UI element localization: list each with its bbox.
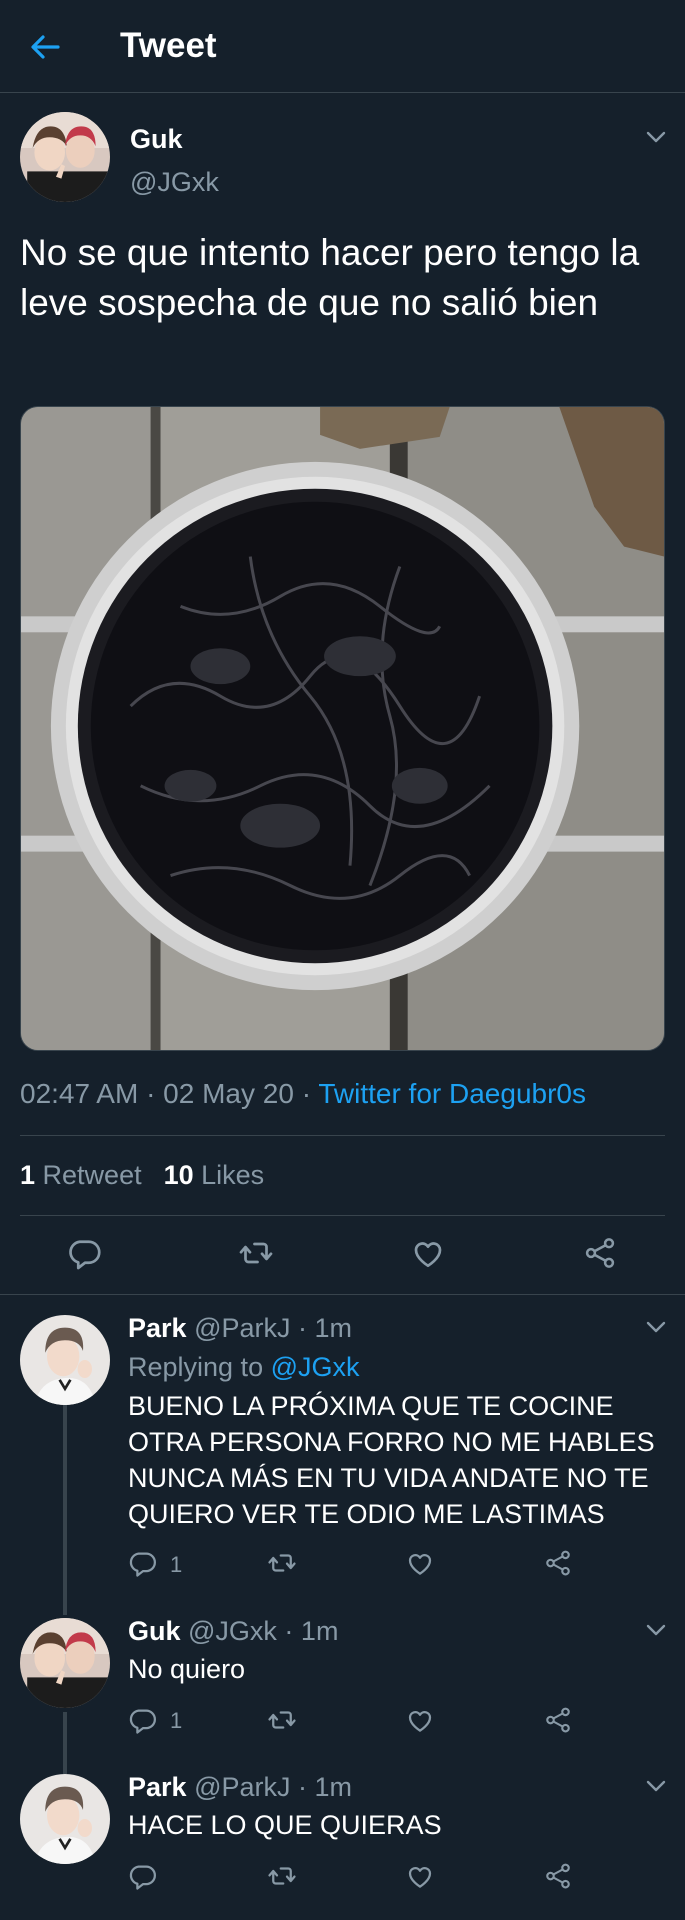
reply-handle-time[interactable]: @ParkJ · 1m [187,1313,352,1343]
replying-to-label: Replying to [128,1352,271,1382]
tweet-meta: 02:47 AM · 02 May 20 · Twitter for Daegu… [20,1078,586,1110]
page-title: Tweet [120,26,217,65]
divider [20,1215,665,1216]
share-icon[interactable] [543,1861,573,1891]
tweet-stats: 1 Retweet 10 Likes [20,1160,264,1191]
divider [20,1135,665,1136]
reply-handle-time[interactable]: @ParkJ · 1m [187,1772,352,1802]
like-icon[interactable] [405,1548,435,1578]
retweet-icon[interactable] [238,1235,274,1271]
retweet-icon[interactable] [267,1861,297,1891]
reply-header: Park @ParkJ · 1m [128,1772,352,1803]
avatar[interactable] [20,112,110,202]
author-handle[interactable]: @JGxk [130,167,219,198]
avatar[interactable] [20,1774,110,1864]
reply-author-name[interactable]: Guk [128,1616,181,1646]
share-icon[interactable] [582,1235,618,1271]
like-count[interactable]: 10 [164,1160,194,1190]
reply-author-name[interactable]: Park [128,1772,187,1802]
tweet-photo[interactable] [20,406,665,1051]
reply-header: Park @ParkJ · 1m [128,1313,352,1344]
divider [0,1294,685,1295]
reply-text: BUENO LA PRÓXIMA QUE TE COCINE OTRA PERS… [128,1391,655,1529]
reply-icon[interactable] [67,1235,103,1271]
reply-count: 1 [170,1552,183,1577]
avatar[interactable] [20,1618,110,1708]
share-icon[interactable] [543,1548,573,1578]
retweet-icon[interactable] [267,1705,297,1735]
avatar[interactable] [20,1315,110,1405]
like-label[interactable]: Likes [194,1160,264,1190]
author-name[interactable]: Guk [130,124,183,155]
reply-icon[interactable] [128,1548,158,1578]
thread-line [63,1712,67,1774]
chevron-down-icon[interactable] [645,1779,667,1793]
tweet-text: No se que intento hacer pero tengo la le… [20,232,640,323]
replying-to: Replying to @JGxk [128,1352,360,1383]
chevron-down-icon[interactable] [645,130,667,144]
retweet-label[interactable]: Retweet [35,1160,142,1190]
like-icon[interactable] [405,1861,435,1891]
arrow-left-icon[interactable] [28,30,62,64]
top-bar: Tweet [0,0,685,93]
reply-author-name[interactable]: Park [128,1313,187,1343]
like-icon[interactable] [405,1705,435,1735]
reply-icon[interactable] [128,1861,158,1891]
retweet-icon[interactable] [267,1548,297,1578]
share-icon[interactable] [543,1705,573,1735]
reply-text: No quiero [128,1654,246,1684]
like-icon[interactable] [410,1235,446,1271]
tweet-time: 02:47 AM · 02 May 20 · [20,1078,319,1109]
reply-count: 1 [170,1708,183,1733]
retweet-count[interactable]: 1 [20,1160,35,1190]
reply-icon[interactable] [128,1705,158,1735]
reply-header: Guk @JGxk · 1m [128,1616,338,1647]
reply-text: HACE LO QUE QUIERAS [128,1810,442,1840]
replying-to-link[interactable]: @JGxk [271,1352,360,1382]
reply-handle-time[interactable]: @JGxk · 1m [181,1616,338,1646]
thread-line [63,1405,67,1615]
tweet-source[interactable]: Twitter for Daegubr0s [318,1078,586,1109]
chevron-down-icon[interactable] [645,1623,667,1637]
chevron-down-icon[interactable] [645,1320,667,1334]
